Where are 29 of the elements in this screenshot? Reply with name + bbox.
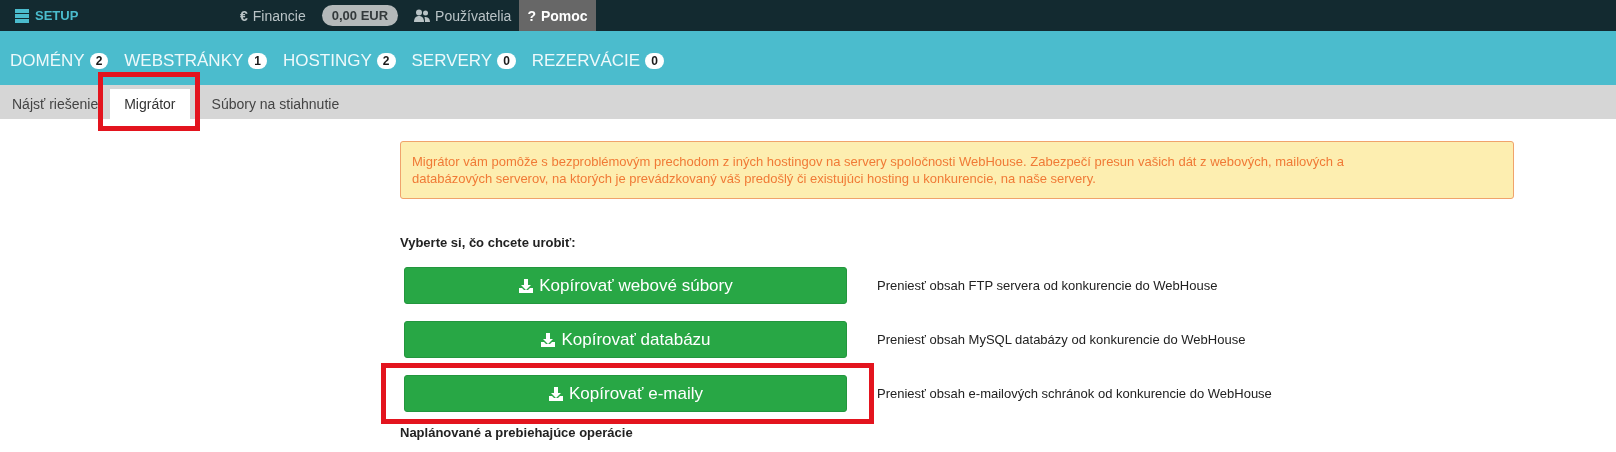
count-badge: 1: [248, 53, 268, 69]
prompt-text: Vyberte si, čo chcete urobiť:: [400, 235, 577, 250]
logo-text: SETUP: [35, 8, 79, 23]
info-notice: Migrátor vám pomôže s bezproblémovým prechodom z iných hostingov na servery spoločnosti WebHouse. Zabezpečí presun vašich dát z webových, mailových a databázových serverov, na ktorých je prevádzkovaný váš predošlý či existujúci hosting u konkurencie, na naše servery.: [400, 141, 1514, 199]
count-badge: 2: [89, 53, 109, 69]
count-badge: 0: [497, 53, 516, 69]
sub-tab[interactable]: Migrátor: [110, 89, 190, 119]
users-icon: [414, 9, 431, 22]
download-icon: [518, 277, 535, 294]
top-nav-link[interactable]: ? Pomoc: [519, 0, 596, 31]
sub-tab[interactable]: Súbory na stiahnutie: [203, 89, 348, 119]
sub-tab[interactable]: Nájsť riešenie: [4, 89, 107, 119]
action-description: Preniesť obsah e-mailových schránok od konkurencie do WebHouse: [877, 386, 1272, 401]
action-description: Preniesť obsah FTP servera od konkurencie do WebHouse: [877, 278, 1218, 293]
top-nav-link[interactable]: € Financie: [232, 0, 314, 31]
balance-badge[interactable]: 0,00 EUR: [321, 5, 399, 26]
main-tab[interactable]: REZERVÁCIE 0: [531, 51, 664, 71]
count-badge: 0: [645, 53, 664, 69]
server-icon: [15, 8, 29, 23]
download-icon: [548, 385, 565, 402]
users-link[interactable]: Používatelia: [406, 0, 520, 31]
main-tab[interactable]: DOMÉNY 2: [10, 51, 109, 71]
section-heading: Naplánované a prebiehajúce operácie: [400, 425, 634, 440]
action-description: Preniesť obsah MySQL databázy od konkurencie do WebHouse: [877, 332, 1246, 347]
main-tab[interactable]: SERVERY 0: [411, 51, 516, 71]
main-tab[interactable]: WEBSTRÁNKY 1: [124, 51, 268, 71]
main-tab[interactable]: HOSTINGY 2: [283, 51, 396, 71]
download-icon: [540, 331, 557, 348]
count-badge: 2: [376, 53, 396, 69]
